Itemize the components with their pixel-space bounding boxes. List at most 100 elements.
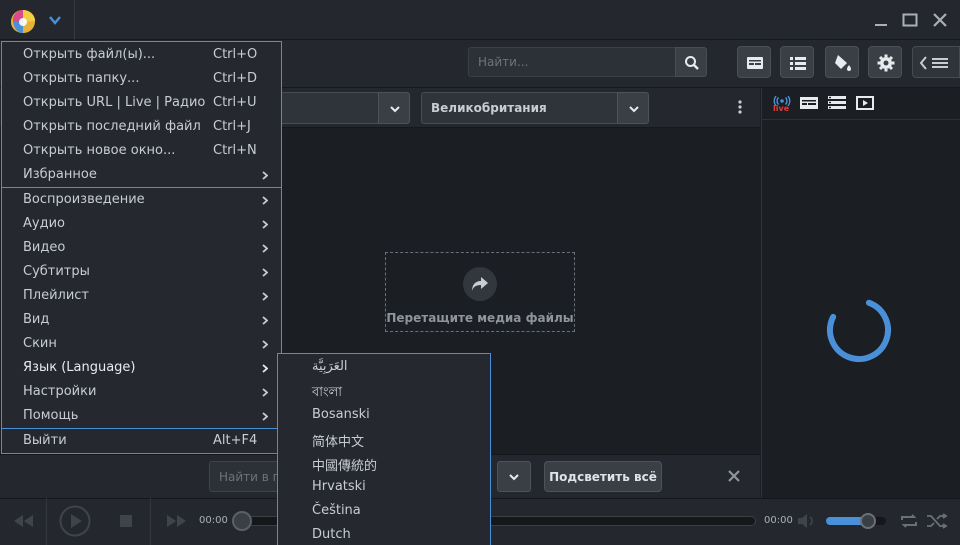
menu-item-language[interactable]: Язык (Language) xyxy=(2,356,281,380)
shuffle-icon[interactable] xyxy=(926,513,948,529)
menu-shortcut: Ctrl+O xyxy=(213,47,258,62)
menu-item-open-url[interactable]: Открыть URL | Live | Радио... Ctrl+U xyxy=(2,91,281,115)
menu-item-open-recent[interactable]: Открыть последний файл Ctrl+J xyxy=(2,115,281,139)
close-icon[interactable] xyxy=(931,12,949,28)
find-options-dropdown[interactable] xyxy=(497,461,531,492)
menu-item-label: Скин xyxy=(23,336,57,351)
repeat-icon[interactable] xyxy=(899,513,919,529)
chevron-right-icon xyxy=(262,316,268,325)
menu-item-new-window[interactable]: Открыть новое окно... Ctrl+N xyxy=(2,139,281,163)
search-input[interactable]: Найти... xyxy=(468,47,676,77)
menu-item-label: Плейлист xyxy=(23,288,90,303)
menu-item-audio[interactable]: Аудио xyxy=(2,212,281,236)
menu-shortcut: Ctrl+D xyxy=(213,71,258,86)
language-submenu: العَرَبِيَّة বাংলা Bosanski 简体中文 中國傳統的 H… xyxy=(277,353,491,545)
right-panel xyxy=(761,88,960,498)
chevron-right-icon xyxy=(262,196,268,205)
title-separator xyxy=(74,0,75,40)
menu-item-open-folder[interactable]: Открыть папку... Ctrl+D xyxy=(2,67,281,91)
menu-item-label: Открыть последний файл xyxy=(23,119,201,134)
category-dropdown-arrow[interactable] xyxy=(378,92,410,124)
menu-item-label: Открыть папку... xyxy=(23,71,140,86)
playlist-view-button[interactable] xyxy=(780,46,814,78)
language-item-arabic[interactable]: العَرَبِيَّة xyxy=(278,355,490,379)
menu-item-playback[interactable]: Воспроизведение xyxy=(2,188,281,212)
menu-item-label: Видео xyxy=(23,240,66,255)
menu-item-video[interactable]: Видео xyxy=(2,236,281,260)
menu-shortcut: Alt+F4 xyxy=(213,433,258,448)
rewind-icon[interactable] xyxy=(12,514,36,528)
gear-icon xyxy=(877,54,895,72)
chevron-down-icon[interactable] xyxy=(48,14,62,26)
volume-handle[interactable] xyxy=(860,513,876,529)
language-item-croatian[interactable]: Hrvatski xyxy=(278,475,490,499)
list-icon xyxy=(790,57,806,70)
language-item-bosnian[interactable]: Bosanski xyxy=(278,403,490,427)
menu-item-exit[interactable]: Выйти Alt+F4 xyxy=(2,429,281,453)
maximize-icon[interactable] xyxy=(901,12,919,28)
chevron-right-icon xyxy=(262,171,268,180)
chevron-right-icon xyxy=(262,268,268,277)
volume-icon[interactable] xyxy=(797,513,817,529)
language-item-czech[interactable]: Čeština xyxy=(278,499,490,523)
menu-shortcut: Ctrl+U xyxy=(213,95,257,110)
play-icon[interactable] xyxy=(59,505,91,537)
menu-item-label: Помощь xyxy=(23,408,79,423)
language-item-chinese-traditional[interactable]: 中國傳統的 xyxy=(278,451,490,475)
menu-shortcut: Ctrl+N xyxy=(213,143,257,158)
video-frame-icon[interactable] xyxy=(856,96,874,110)
category-dropdown[interactable] xyxy=(270,92,380,124)
drop-circle xyxy=(463,267,497,301)
fast-forward-icon[interactable] xyxy=(164,514,188,528)
close-icon[interactable] xyxy=(727,469,741,483)
menu-item-label: Язык (Language) xyxy=(23,360,136,375)
menu-item-label: Вид xyxy=(23,312,50,327)
menu-item-subtitles[interactable]: Субтитры xyxy=(2,260,281,284)
chevron-right-icon xyxy=(262,388,268,397)
subtitle-view-button[interactable] xyxy=(737,46,771,78)
toggle-side-panel-button[interactable] xyxy=(912,46,960,78)
menu-item-settings[interactable]: Настройки xyxy=(2,380,281,404)
live-label: live xyxy=(773,104,790,113)
settings-button[interactable] xyxy=(868,46,902,78)
country-dropdown[interactable]: Великобритания xyxy=(421,92,621,124)
minimize-icon[interactable] xyxy=(872,12,890,28)
menu-item-label: Открыть URL | Live | Радио... xyxy=(23,95,205,110)
menu-shortcut: Ctrl+J xyxy=(213,119,251,134)
subtitle-icon[interactable] xyxy=(800,96,818,110)
title-bar xyxy=(0,0,960,40)
drop-zone-label: Перетащите медиа файлы xyxy=(386,311,574,325)
menu-item-playlist[interactable]: Плейлист xyxy=(2,284,281,308)
menu-item-help[interactable]: Помощь xyxy=(2,404,281,428)
menu-item-favorites[interactable]: Избранное xyxy=(2,163,281,187)
seek-handle[interactable] xyxy=(232,511,252,531)
menu-item-open-files[interactable]: Открыть файл(ы)... Ctrl+O xyxy=(2,43,281,67)
language-item-chinese-simplified[interactable]: 简体中文 xyxy=(278,427,490,451)
menu-item-label: Субтитры xyxy=(23,264,90,279)
search-icon xyxy=(685,56,699,70)
more-options-icon[interactable] xyxy=(737,100,743,114)
app-logo-icon[interactable] xyxy=(9,8,37,34)
search-button[interactable] xyxy=(675,47,707,77)
language-item-dutch[interactable]: Dutch xyxy=(278,523,490,545)
drop-zone[interactable]: Перетащите медиа файлы xyxy=(385,252,575,332)
highlight-all-button[interactable]: Подсветить всё xyxy=(544,461,662,492)
menu-item-view[interactable]: Вид xyxy=(2,308,281,332)
stop-icon[interactable] xyxy=(120,515,132,527)
player-separator xyxy=(46,498,47,545)
menu-item-label: Аудио xyxy=(23,216,65,231)
menu-item-label: Открыть новое окно... xyxy=(23,143,176,158)
current-time: 00:00 xyxy=(199,515,228,526)
skin-button[interactable] xyxy=(825,46,859,78)
playlist-icon[interactable] xyxy=(828,96,846,110)
chevron-right-icon xyxy=(262,292,268,301)
menu-item-label: Воспроизведение xyxy=(23,192,145,207)
menu-item-label: Избранное xyxy=(23,167,97,182)
language-item-bengali[interactable]: বাংলা xyxy=(278,379,490,403)
main-menu: Открыть файл(ы)... Ctrl+O Открыть папку..… xyxy=(1,41,282,454)
chevron-right-icon xyxy=(262,244,268,253)
chevron-right-icon xyxy=(262,412,268,421)
player-separator xyxy=(150,498,151,545)
menu-item-skin[interactable]: Скин xyxy=(2,332,281,356)
country-dropdown-arrow[interactable] xyxy=(617,92,649,124)
